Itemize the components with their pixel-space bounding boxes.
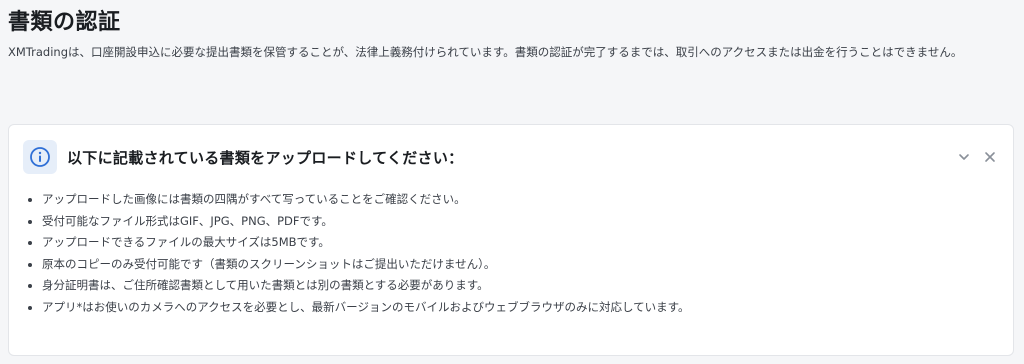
- list-item: アプリ*はお使いのカメラへのアクセスを必要とし、最新バージョンのモバイルおよびウ…: [25, 297, 689, 319]
- list-item: 原本のコピーのみ受付可能です（書類のスクリーンショットはご提出いただけません）。: [25, 254, 689, 276]
- page-description: XMTradingは、口座開設申込に必要な提出書類を保管することが、法律上義務付…: [8, 45, 963, 59]
- card-title: 以下に記載されている書類をアップロードしてください：: [67, 148, 464, 167]
- info-icon: [23, 140, 57, 174]
- requirements-list: アップロードした画像には書類の四隅がすべて写っていることをご確認ください。 受付…: [25, 189, 689, 318]
- page-title: 書類の認証: [8, 10, 121, 35]
- list-item: 受付可能なファイル形式はGIF、JPG、PNG、PDFです。: [25, 211, 689, 233]
- card-actions: [955, 148, 999, 166]
- list-item: アップロードできるファイルの最大サイズは5MBです。: [25, 232, 689, 254]
- close-icon[interactable]: [981, 148, 999, 166]
- card-header: 以下に記載されている書類をアップロードしてください：: [23, 139, 999, 175]
- list-item: アップロードした画像には書類の四隅がすべて写っていることをご確認ください。: [25, 189, 689, 211]
- chevron-down-icon[interactable]: [955, 148, 973, 166]
- list-item: 身分証明書は、ご住所確認書類として用いた書類とは別の書類とする必要があります。: [25, 275, 689, 297]
- upload-instructions-card: 以下に記載されている書類をアップロードしてください： アップロードした画像には書…: [8, 124, 1014, 356]
